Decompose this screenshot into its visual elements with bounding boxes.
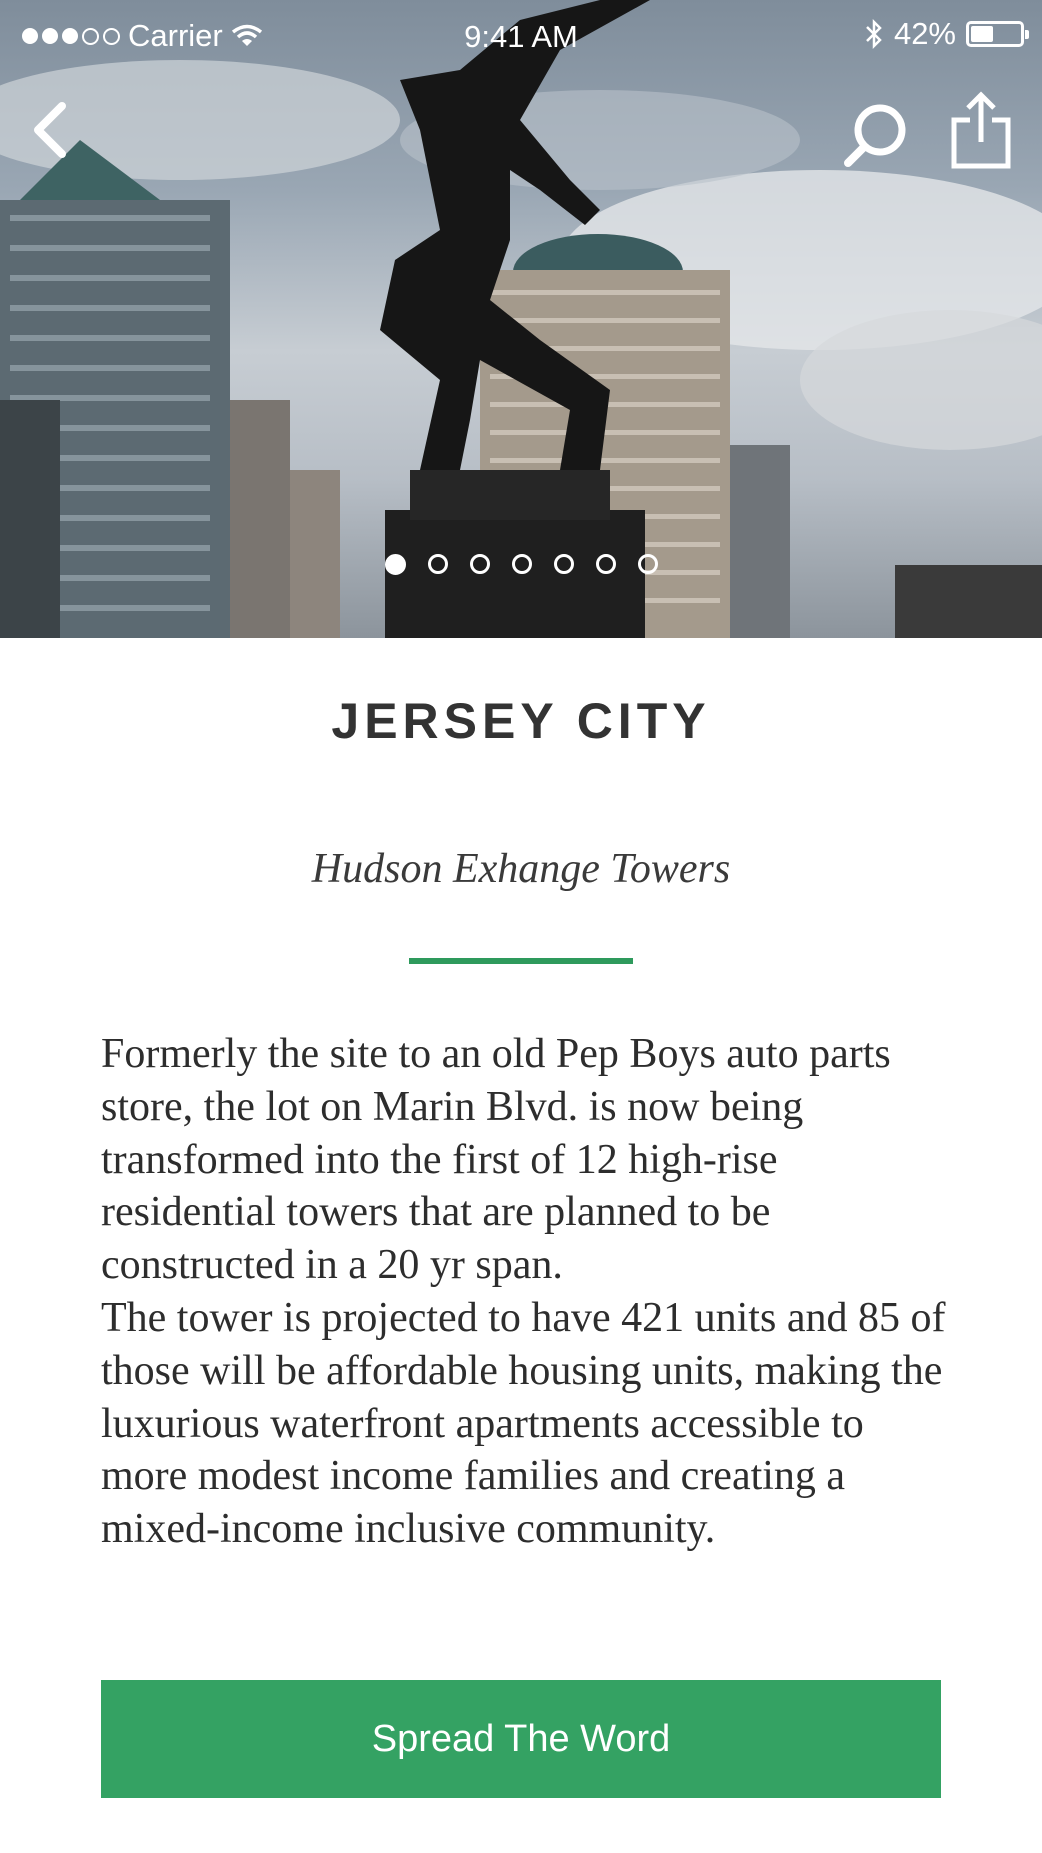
search-icon[interactable] bbox=[840, 100, 910, 170]
article-paragraph-2: The tower is projected to have 421 units… bbox=[101, 1294, 946, 1553]
pager-dot-2[interactable] bbox=[427, 554, 448, 574]
back-chevron-icon[interactable] bbox=[28, 100, 72, 160]
article-paragraph-1: Formerly the site to an old Pep Boys aut… bbox=[101, 1031, 891, 1289]
jersey-city-skyline-photo bbox=[0, 0, 1042, 638]
battery-icon bbox=[966, 21, 1029, 47]
page-subtitle: Hudson Exhange Towers bbox=[311, 846, 731, 892]
page-title: JERSEY CITY bbox=[331, 693, 711, 749]
article-body: Formerly the site to an old Pep Boys aut… bbox=[101, 1028, 951, 1556]
pager-dot-7[interactable] bbox=[637, 554, 658, 574]
pager-dot-1[interactable] bbox=[384, 554, 406, 575]
share-icon[interactable] bbox=[950, 90, 1012, 170]
image-pager bbox=[0, 554, 1042, 575]
accent-divider bbox=[409, 958, 633, 964]
spread-the-word-button[interactable]: Spread The Word bbox=[101, 1680, 941, 1798]
bluetooth-icon bbox=[866, 18, 882, 50]
hero-image[interactable]: Carrier 9:41 AM 42% bbox=[0, 0, 1042, 638]
pager-dot-3[interactable] bbox=[469, 554, 490, 574]
status-right: 42% bbox=[864, 16, 1029, 52]
pager-dot-6[interactable] bbox=[595, 554, 616, 574]
pager-dot-5[interactable] bbox=[553, 554, 574, 574]
pager-dot-4[interactable] bbox=[511, 554, 532, 574]
battery-percent: 42% bbox=[893, 16, 956, 51]
status-bar: Carrier 9:41 AM 42% bbox=[0, 0, 1042, 70]
